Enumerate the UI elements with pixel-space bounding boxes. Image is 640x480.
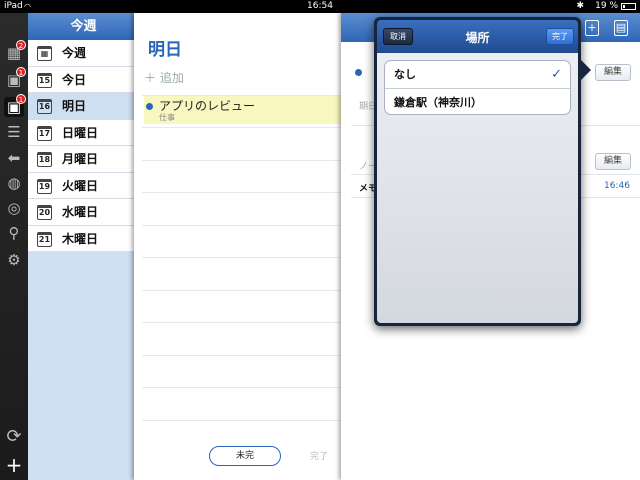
edit-button[interactable]: 編集 [595, 64, 631, 81]
clock: 16:54 [307, 1, 333, 11]
list-item-label: 水曜日 [62, 205, 99, 219]
popover-toolbar: 取消 場所 完了 [377, 20, 578, 53]
search-icon[interactable]: ⚲ [4, 223, 24, 243]
plus-icon: ＋ [144, 71, 157, 85]
gear-icon[interactable]: ⚙ [4, 250, 24, 270]
status-bar: iPad ◠ 16:54 ✱ 19 % [0, 0, 640, 13]
badge: 2 [16, 40, 26, 50]
list-item-label: 明日 [62, 99, 87, 113]
calendar-icon: 18 [37, 152, 52, 167]
compass-icon[interactable]: ◎ [4, 198, 24, 218]
list-header: 今週 [28, 13, 139, 40]
add-task-button[interactable]: ＋ 追加 [144, 69, 184, 86]
list-item-label: 木曜日 [62, 231, 99, 246]
calendar-icon: 17 [37, 125, 52, 141]
icon-rail: ▦ 2 ▣ 1 ▣ 1 ☰ ⬅ ◍ ◎ ⚲ ⚙ ⟳ + [0, 13, 28, 480]
option-label: 鎌倉駅（神奈川） [394, 96, 482, 109]
add-label: 追加 [159, 71, 184, 85]
calendar-today-icon[interactable]: ▣ 1 [4, 67, 26, 90]
calendar-grid-icon: ▦ [37, 46, 52, 61]
list-item-label: 今日 [62, 72, 87, 87]
calendar-icon: 21 [37, 231, 52, 247]
calendar-icon: 16 [37, 99, 52, 114]
memo-time: 16:46 [604, 181, 630, 191]
calendar-icon: 15 [37, 72, 52, 88]
globe-icon[interactable]: ◍ [4, 173, 24, 193]
bluetooth-icon: ✱ [576, 1, 584, 11]
filter-complete-button[interactable]: 完了 [310, 449, 328, 462]
trash-icon[interactable]: ▤ [614, 20, 628, 36]
calendar-week-icon[interactable]: ▦ 2 [4, 40, 26, 63]
done-button[interactable]: 完了 [546, 28, 574, 45]
battery-icon [621, 3, 636, 10]
option-none[interactable]: なし ✓ [385, 61, 570, 88]
list-item-tomorrow[interactable]: 16 明日 [28, 93, 139, 120]
task-list-panel: 明日 ＋ 追加 アプリのレビュー 仕事 未完 完了 [134, 13, 354, 480]
calendar-icon: 19 [37, 178, 52, 194]
list-item-wednesday[interactable]: 20 水曜日 [28, 199, 139, 226]
page-title: 明日 [148, 40, 182, 60]
option-label: なし [394, 68, 416, 81]
popover-arrow [581, 60, 591, 80]
sync-icon[interactable]: ⟳ [4, 427, 24, 447]
list-item-thursday[interactable]: 21 木曜日 [28, 226, 139, 252]
badge: 1 [16, 67, 26, 77]
edit-note-button[interactable]: 編集 [595, 153, 631, 170]
list-item-label: 日曜日 [62, 125, 99, 140]
task-item[interactable]: アプリのレビュー 仕事 [144, 96, 349, 124]
add-icon[interactable]: + [585, 20, 599, 36]
list-empty-area [28, 251, 139, 480]
checkmark-icon: ✓ [551, 67, 562, 82]
option-kamakura[interactable]: 鎌倉駅（神奈川） [385, 88, 570, 114]
priority-dot [146, 103, 153, 110]
list-item-tuesday[interactable]: 19 火曜日 [28, 173, 139, 199]
calendar-tomorrow-icon[interactable]: ▣ 1 [4, 94, 26, 117]
battery-percent: 19 % [595, 1, 618, 11]
location-options: なし ✓ 鎌倉駅（神奈川） [384, 60, 571, 115]
tag-icon[interactable]: ⬅ [4, 148, 24, 168]
list-item-label: 今週 [62, 46, 87, 60]
app-screen: iPad ◠ 16:54 ✱ 19 % ▦ 2 ▣ 1 ▣ 1 ☰ ⬅ ◍ ◎ ⚲ ⚙… [0, 0, 640, 480]
list-icon[interactable]: ☰ [4, 122, 24, 142]
popover-body: なし ✓ 鎌倉駅（神奈川） [377, 53, 578, 323]
priority-dot [355, 69, 362, 76]
task-category: 仕事 [159, 113, 175, 122]
location-popover: 取消 場所 完了 なし ✓ 鎌倉駅（神奈川） [374, 17, 591, 326]
list-item-label: 火曜日 [62, 178, 99, 193]
plus-icon[interactable]: + [4, 455, 24, 475]
list-item-this-week[interactable]: ▦ 今週 [28, 40, 139, 67]
date-list-panel: 今週 ▦ 今週 15 今日 16 明日 17 日曜日 18 月曜日 19 火曜日 20 水曜日… [28, 13, 140, 480]
list-item-today[interactable]: 15 今日 [28, 67, 139, 93]
list-item-monday[interactable]: 18 月曜日 [28, 146, 139, 173]
badge: 1 [16, 94, 26, 104]
filter-incomplete-button[interactable]: 未完 [209, 446, 281, 466]
list-item-label: 月曜日 [62, 152, 99, 166]
list-item-sunday[interactable]: 17 日曜日 [28, 120, 139, 146]
calendar-icon: 20 [37, 205, 52, 220]
